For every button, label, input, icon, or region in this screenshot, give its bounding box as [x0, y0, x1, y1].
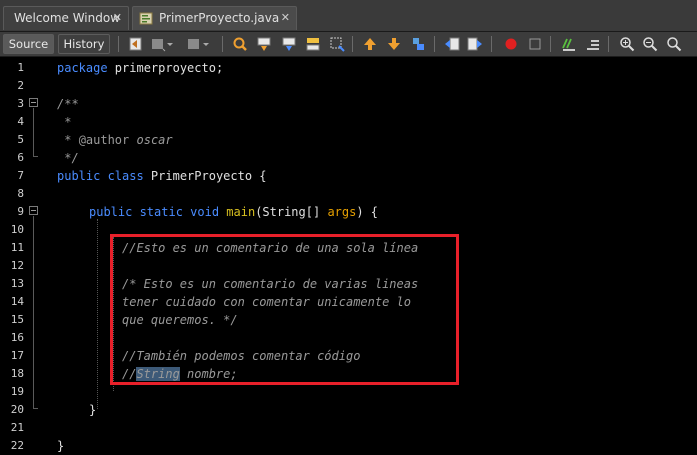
line-number: 8: [17, 187, 24, 200]
start-macro-icon[interactable]: [503, 36, 519, 52]
javadoc-text: oscar: [129, 133, 173, 147]
toolbar-separator: [118, 36, 119, 52]
toolbar-separator: [608, 36, 609, 52]
source-button[interactable]: Source: [3, 34, 54, 54]
package-name: primerproyecto;: [107, 61, 224, 75]
code-line-3: /**: [57, 97, 79, 111]
toggle-highlight-icon[interactable]: [305, 36, 321, 52]
code-text: ) {: [356, 205, 379, 219]
next-bookmark-icon[interactable]: [386, 36, 402, 52]
line-number: 17: [10, 349, 24, 362]
annotation-highlight-box: [110, 234, 459, 385]
line-number: 10: [10, 223, 24, 236]
line-number: 4: [17, 115, 24, 128]
class-declaration: PrimerProyecto {: [143, 169, 267, 183]
line-number: 11: [10, 241, 24, 254]
zoom-out-icon[interactable]: [642, 36, 658, 52]
toolbar-separator: [491, 36, 492, 52]
line-number: 1: [17, 61, 24, 74]
tab-primerproyecto-java[interactable]: PrimerProyecto.java ✕: [132, 6, 297, 30]
close-icon[interactable]: ✕: [113, 7, 122, 29]
toolbar-separator: [550, 36, 551, 52]
keyword: package: [57, 61, 108, 75]
line-number: 3: [17, 97, 24, 110]
find-next-icon[interactable]: [281, 36, 297, 52]
code-line-5: * @author oscar: [57, 131, 173, 149]
find-selection-icon[interactable]: [232, 36, 248, 52]
fold-guide: [33, 108, 34, 156]
shift-left-icon[interactable]: [444, 36, 460, 52]
previous-bookmark-icon[interactable]: [362, 36, 378, 52]
java-file-icon: [139, 12, 153, 25]
javadoc-text: *: [57, 133, 79, 147]
tab-welcome-window[interactable]: Welcome Window ✕: [3, 6, 129, 30]
fold-end-marker: [33, 408, 38, 409]
code-line-22: }: [57, 439, 65, 453]
line-number: 21: [10, 421, 24, 434]
comment-icon[interactable]: [561, 36, 577, 52]
code-line-9: public static void main(String[] args) {: [89, 203, 378, 221]
tab-label: Welcome Window: [14, 11, 121, 25]
toggle-rectangular-selection-icon[interactable]: [329, 36, 345, 52]
line-number: 14: [10, 295, 24, 308]
line-number: 20: [10, 403, 24, 416]
find-previous-icon[interactable]: [256, 36, 272, 52]
code-line-1: package primerproyecto;: [57, 59, 223, 77]
close-icon[interactable]: ✕: [281, 7, 290, 29]
line-number: 15: [10, 313, 24, 326]
line-number: 7: [17, 169, 24, 182]
javadoc-tag: @author: [78, 133, 130, 147]
editor-toolbar: Source History: [0, 32, 697, 57]
parameter-name: args: [327, 205, 357, 219]
indent-guide: [97, 219, 98, 409]
editor-tab-bar: Welcome Window ✕ PrimerProyecto.java ✕: [0, 0, 697, 32]
code-line-20: }: [89, 403, 97, 417]
zoom-in-icon[interactable]: [619, 36, 635, 52]
fold-end-marker: [33, 156, 38, 157]
code-line-6: */: [57, 151, 79, 165]
uncomment-icon[interactable]: [585, 36, 601, 52]
tab-label: PrimerProyecto.java: [159, 11, 280, 25]
chevron-down-icon[interactable]: [166, 36, 174, 52]
history-button[interactable]: History: [58, 34, 110, 54]
keyword: public class: [57, 169, 144, 183]
line-number: 5: [17, 133, 24, 146]
fold-guide: [33, 216, 34, 408]
zoom-fit-icon[interactable]: [666, 36, 682, 52]
chevron-down-icon[interactable]: [202, 36, 210, 52]
line-number-gutter: 1 2 3 4 5 6 7 8 9 10 11 12 13 14 15 16 1…: [0, 57, 50, 455]
code-text: (String[]: [255, 205, 328, 219]
toolbar-separator: [434, 36, 435, 52]
code-line-4: *: [57, 115, 72, 129]
line-number: 6: [17, 151, 24, 164]
method-name: main: [226, 205, 256, 219]
back-icon[interactable]: [150, 36, 166, 52]
line-number: 2: [17, 79, 24, 92]
line-number: 9: [17, 205, 24, 218]
fold-collapse-icon[interactable]: [29, 206, 38, 215]
toolbar-separator: [222, 36, 223, 52]
stop-macro-icon[interactable]: [527, 36, 543, 52]
shift-right-icon[interactable]: [467, 36, 483, 52]
line-number: 13: [10, 277, 24, 290]
last-edit-icon[interactable]: [128, 36, 144, 52]
code-line-7: public class PrimerProyecto {: [57, 167, 267, 185]
line-number: 12: [10, 259, 24, 272]
line-number: 18: [10, 367, 24, 380]
forward-icon[interactable]: [186, 36, 202, 52]
keyword: public static void: [89, 205, 220, 219]
line-number: 19: [10, 385, 24, 398]
toggle-bookmark-icon[interactable]: [410, 36, 426, 52]
fold-collapse-icon[interactable]: [29, 98, 38, 107]
toolbar-separator: [352, 36, 353, 52]
line-number: 22: [10, 439, 24, 452]
line-number: 16: [10, 331, 24, 344]
